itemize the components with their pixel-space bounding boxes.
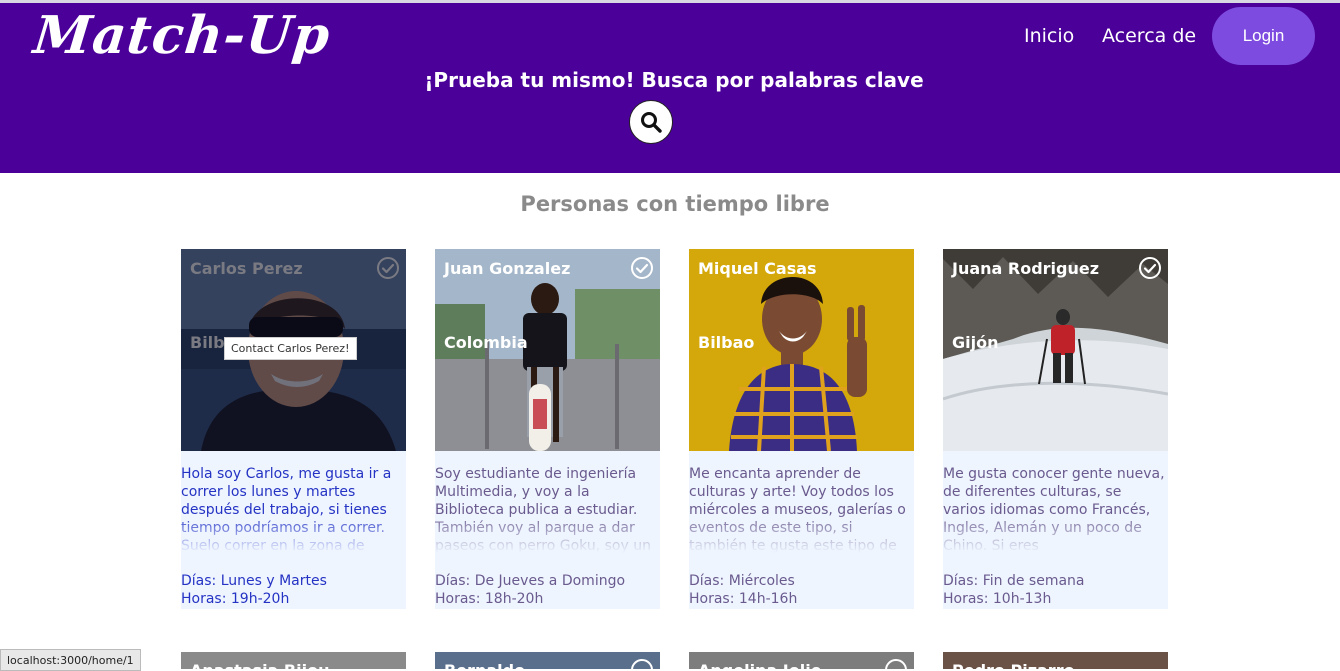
card-description: Me gusta conocer gente nueva, de diferen…: [943, 465, 1168, 553]
card-hours: Horas: 18h-20h: [435, 591, 544, 607]
card-description: Me encanta aprender de culturas y arte! …: [689, 465, 914, 553]
card-name: Miquel Casas: [698, 259, 817, 278]
profile-card[interactable]: Juan Gonzalez Colombia Soy estudiante de…: [435, 249, 660, 609]
check-circle-icon[interactable]: [1138, 256, 1162, 280]
card-hours: Horas: 19h-20h: [181, 591, 290, 607]
card-description: Hola soy Carlos, me gusta ir a correr lo…: [181, 465, 406, 553]
nav-link-inicio[interactable]: Inicio: [1024, 25, 1074, 47]
check-circle-icon[interactable]: [630, 256, 654, 280]
card-name: Angelina Jolie: [698, 661, 822, 669]
card-name: Juan Gonzalez: [444, 259, 571, 278]
login-button[interactable]: Login: [1212, 7, 1315, 65]
hero-title: ¡Prueba tu mismo! Busca por palabras cla…: [424, 68, 924, 92]
site-logo[interactable]: Match-Up: [31, 5, 333, 66]
contact-tooltip: Contact Carlos Perez!: [224, 337, 357, 360]
card-name: Juana Rodriguez: [952, 259, 1100, 278]
card-description: Soy estudiante de ingeniería Multimedia,…: [435, 465, 660, 553]
check-circle-icon[interactable]: [630, 658, 654, 669]
card-city: Colombia: [444, 333, 528, 352]
card-city: Bilb: [190, 333, 225, 352]
search-icon: [641, 112, 662, 133]
card-days: Días: Lunes y Martes: [181, 573, 327, 589]
card-days: Días: Fin de semana: [943, 573, 1085, 589]
profile-card[interactable]: Anastasia Bijou: [181, 652, 406, 669]
card-hours: Horas: 10h-13h: [943, 591, 1052, 607]
profile-card[interactable]: Angelina Jolie: [689, 652, 914, 669]
card-days: Días: Miércoles: [689, 573, 795, 589]
check-circle-icon[interactable]: [376, 256, 400, 280]
browser-status-url: localhost:3000/home/1: [0, 649, 141, 671]
profile-card[interactable]: Juana Rodriguez Gijón Me gusta conocer g…: [943, 249, 1168, 609]
card-city: Gijón: [952, 333, 999, 352]
profile-card[interactable]: Miquel Casas Bilbao Me encanta aprender …: [689, 249, 914, 609]
card-name: Bernaldo: [444, 661, 525, 669]
card-name: Carlos Perez: [190, 259, 303, 278]
card-name: Pedro Pizarro: [952, 661, 1075, 669]
nav-link-acerca[interactable]: Acerca de: [1102, 25, 1196, 47]
card-hours: Horas: 14h-16h: [689, 591, 798, 607]
search-button[interactable]: [629, 100, 673, 144]
card-days: Días: De Jueves a Domingo: [435, 573, 626, 589]
section-title: Personas con tiempo libre: [520, 192, 830, 216]
card-name: Anastasia Bijou: [190, 661, 329, 669]
card-city: Bilbao: [698, 333, 755, 352]
profile-card[interactable]: Bernaldo: [435, 652, 660, 669]
profile-card[interactable]: Carlos Perez Bilb Contact Carlos Perez! …: [181, 249, 406, 609]
check-circle-icon[interactable]: [884, 658, 908, 669]
profile-card[interactable]: Pedro Pizarro: [943, 652, 1168, 669]
site-header: Match-Up Inicio Acerca de Login ¡Prueba …: [0, 3, 1340, 173]
